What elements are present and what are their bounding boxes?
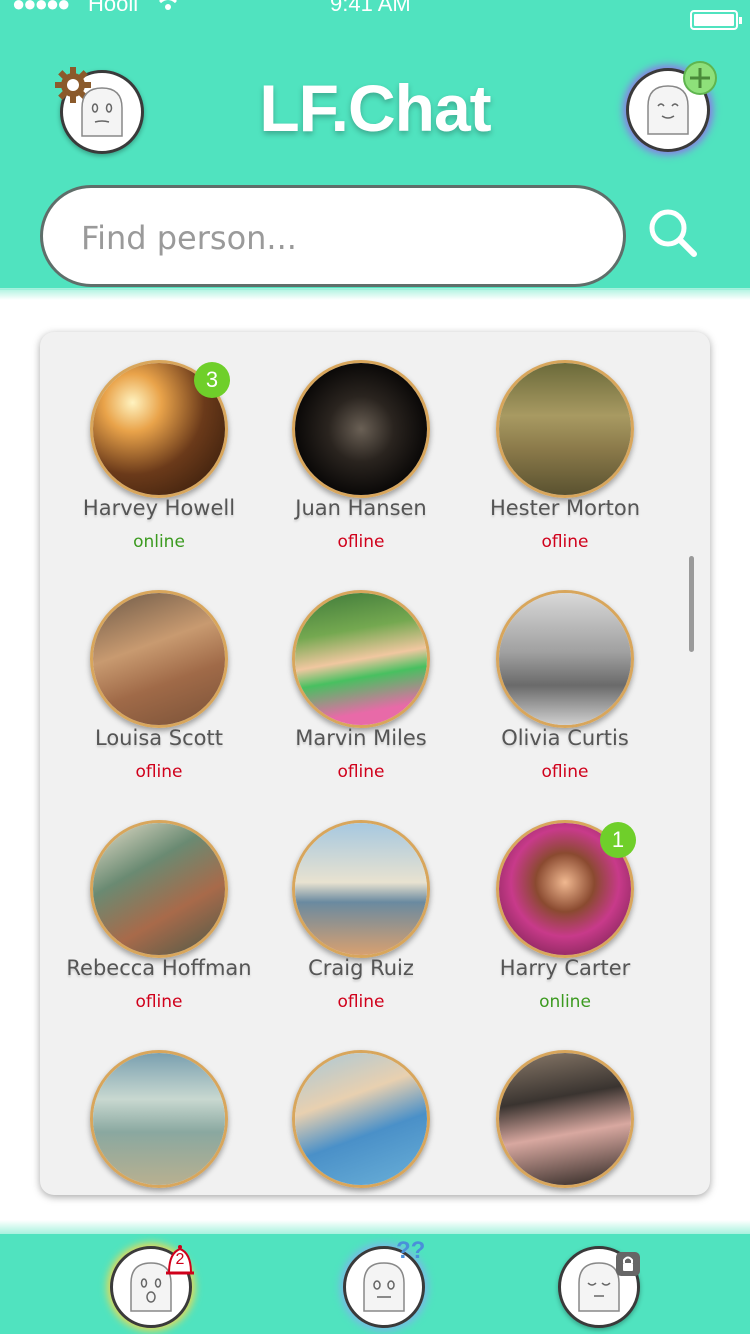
app-screen: ●●●●● Hooli 9:41 AM LF.Chat Find person.… xyxy=(0,0,750,1334)
status-bar: ●●●●● Hooli 9:41 AM xyxy=(0,0,750,30)
contact-item[interactable]: 1 Harry Carter online xyxy=(446,820,650,1040)
contact-photo[interactable] xyxy=(292,590,430,728)
photo-image xyxy=(93,1053,225,1185)
search-input[interactable] xyxy=(81,216,581,260)
battery-icon xyxy=(690,10,742,30)
lock-icon xyxy=(616,1252,640,1276)
photo-image xyxy=(499,363,631,495)
add-contact-button[interactable] xyxy=(626,61,717,152)
contact-name: Craig Ruiz xyxy=(308,956,414,980)
contact-name: Juan Hansen xyxy=(295,496,427,520)
plus-icon xyxy=(683,61,717,95)
contact-item[interactable]: Craig Ruiz ofline xyxy=(242,820,446,1040)
photo-image xyxy=(295,1053,427,1185)
photo-image xyxy=(499,1053,631,1185)
header-divider xyxy=(0,288,750,300)
contact-name: Marvin Miles xyxy=(295,726,427,750)
contact-item[interactable]: Rebecca Hoffman ofline xyxy=(40,820,252,1040)
contact-photo[interactable] xyxy=(496,1050,634,1188)
photo-image xyxy=(499,593,631,725)
contact-photo[interactable] xyxy=(292,820,430,958)
contact-name: Hester Morton xyxy=(489,496,641,520)
photo-image xyxy=(93,593,225,725)
contact-item[interactable]: Marvin Miles ofline xyxy=(242,590,446,810)
contact-status: online xyxy=(539,992,591,1012)
contact-photo[interactable] xyxy=(496,360,634,498)
signal-icon: ●●●●● xyxy=(12,0,70,16)
contact-item[interactable] xyxy=(242,1050,446,1195)
contact-item[interactable]: Hester Morton ofline xyxy=(446,360,650,580)
ghost-avatar-icon xyxy=(363,1262,405,1312)
contact-status: ofline xyxy=(541,762,589,782)
contact-item[interactable] xyxy=(446,1050,650,1195)
scrollbar[interactable] xyxy=(689,556,694,652)
bell-icon: 2 xyxy=(163,1243,197,1281)
contact-status: ofline xyxy=(337,532,385,552)
photo-image xyxy=(93,823,225,955)
contact-item[interactable]: 3 Harvey Howell online xyxy=(40,360,244,580)
contact-photo[interactable] xyxy=(292,1050,430,1188)
unread-badge: 3 xyxy=(194,362,230,398)
contact-item[interactable] xyxy=(40,1050,244,1195)
contacts-list[interactable]: 3 Harvey Howell online Juan Hansen ofline Hes… xyxy=(40,332,710,1195)
contact-status: ofline xyxy=(541,532,589,552)
contact-photo[interactable] xyxy=(90,1050,228,1188)
contact-item[interactable]: Juan Hansen ofline xyxy=(242,360,446,580)
photo-image xyxy=(295,363,427,495)
contact-item[interactable]: Olivia Curtis ofline xyxy=(446,590,650,810)
contact-photo[interactable] xyxy=(90,820,228,958)
wifi-icon xyxy=(154,0,182,19)
notification-count: 2 xyxy=(175,1251,185,1268)
photo-image xyxy=(295,823,427,955)
photo-image xyxy=(295,593,427,725)
contact-photo[interactable] xyxy=(292,360,430,498)
contact-status: ofline xyxy=(337,992,385,1012)
carrier-label: Hooli xyxy=(88,0,139,16)
footer-divider xyxy=(0,1220,750,1234)
contact-status: ofline xyxy=(337,762,385,782)
clock: 9:41 AM xyxy=(330,0,411,16)
lock-tab[interactable] xyxy=(558,1246,640,1328)
search-icon[interactable] xyxy=(646,206,700,260)
unread-badge: 1 xyxy=(600,822,636,858)
contact-name: Olivia Curtis xyxy=(501,726,629,750)
messages-tab[interactable]: 2 xyxy=(110,1245,194,1328)
contact-item[interactable]: Louisa Scott ofline xyxy=(40,590,244,810)
help-tab[interactable]: ?? xyxy=(343,1237,425,1328)
question-icon: ?? xyxy=(396,1237,426,1264)
contact-photo[interactable] xyxy=(90,590,228,728)
contact-name: Harry Carter xyxy=(499,956,631,980)
search-box xyxy=(40,185,626,287)
header: ●●●●● Hooli 9:41 AM LF.Chat Find person.… xyxy=(0,0,750,290)
contact-photo[interactable] xyxy=(496,590,634,728)
